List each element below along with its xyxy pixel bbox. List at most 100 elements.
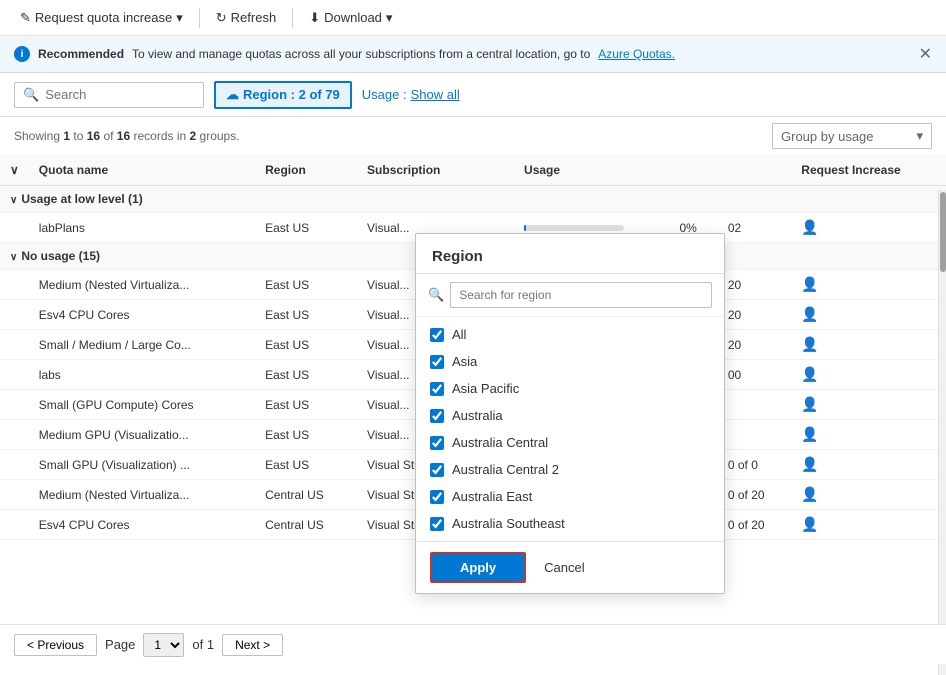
row-quota-name: Medium (Nested Virtualiza... (29, 480, 255, 510)
row-request-increase[interactable]: 👤 (791, 450, 946, 480)
col-expand: ∨ (0, 155, 29, 186)
divider2 (292, 8, 293, 28)
row-limit: 20 (718, 270, 791, 300)
apply-button[interactable]: Apply (430, 552, 526, 583)
row-quota-name: Esv4 CPU Cores (29, 510, 255, 540)
refresh-button[interactable]: ↻ Refresh (208, 6, 284, 30)
row-request-increase[interactable]: 👤 (791, 213, 946, 243)
row-expand (0, 213, 29, 243)
region-list-item[interactable]: Australia Central (416, 429, 724, 456)
row-region: Central US (255, 510, 357, 540)
total-pages-label: of 1 (192, 637, 214, 652)
row-limit: 0 of 20 (718, 480, 791, 510)
person-icon[interactable]: 👤 (801, 336, 818, 352)
region-list-item[interactable]: Australia Southeast (416, 510, 724, 537)
info-icon: i (14, 46, 30, 62)
row-expand (0, 510, 29, 540)
region-label: Australia East (452, 489, 532, 504)
region-search-container: 🔍 (416, 274, 724, 317)
request-quota-button[interactable]: ✎ Request quota increase ▾ (12, 6, 191, 30)
azure-cloud-icon: ☁ (226, 87, 239, 103)
person-icon[interactable]: 👤 (801, 456, 818, 472)
region-filter-badge[interactable]: ☁ Region : 2 of 79 (214, 81, 352, 109)
row-request-increase[interactable]: 👤 (791, 420, 946, 450)
region-label: Australia Southeast (452, 516, 565, 531)
row-quota-name: labPlans (29, 213, 255, 243)
chevron-down-icon: ▾ (176, 10, 183, 26)
quota-icon: ✎ (20, 10, 31, 26)
person-icon[interactable]: 👤 (801, 219, 818, 235)
search-icon: 🔍 (23, 87, 39, 103)
col-subscription[interactable]: Subscription (357, 155, 514, 186)
person-icon[interactable]: 👤 (801, 426, 818, 442)
region-checkbox[interactable] (430, 382, 444, 396)
region-list-item[interactable]: Australia Central 2 (416, 456, 724, 483)
row-quota-name: Small / Medium / Large Co... (29, 330, 255, 360)
page-label: Page (105, 637, 135, 652)
row-region: East US (255, 270, 357, 300)
table-group-row[interactable]: ∨Usage at low level (1) (0, 186, 946, 213)
search-input[interactable] (45, 87, 195, 102)
row-limit: 0 of 20 (718, 510, 791, 540)
row-limit: 0 of 0 (718, 450, 791, 480)
region-checkbox[interactable] (430, 409, 444, 423)
row-limit (718, 390, 791, 420)
row-quota-name: Esv4 CPU Cores (29, 300, 255, 330)
region-checkbox[interactable] (430, 328, 444, 342)
row-quota-name: labs (29, 360, 255, 390)
person-icon[interactable]: 👤 (801, 396, 818, 412)
download-button[interactable]: ⬇ Download ▾ (301, 6, 400, 30)
row-request-increase[interactable]: 👤 (791, 390, 946, 420)
row-expand (0, 450, 29, 480)
region-list-item[interactable]: Australia East (416, 483, 724, 510)
scrollbar-track[interactable] (938, 190, 946, 675)
row-request-increase[interactable]: 👤 (791, 480, 946, 510)
expand-all-icon[interactable]: ∨ (10, 163, 19, 177)
group-by-select[interactable]: Group by usage ▾ (772, 123, 932, 149)
region-list-item[interactable]: Asia (416, 348, 724, 375)
row-request-increase[interactable]: 👤 (791, 510, 946, 540)
row-expand (0, 360, 29, 390)
row-request-increase[interactable]: 👤 (791, 330, 946, 360)
region-list-item[interactable]: All (416, 321, 724, 348)
person-icon[interactable]: 👤 (801, 486, 818, 502)
banner-message: To view and manage quotas across all you… (132, 47, 590, 61)
region-checkbox[interactable] (430, 490, 444, 504)
person-icon[interactable]: 👤 (801, 516, 818, 532)
row-expand (0, 300, 29, 330)
region-checkbox[interactable] (430, 355, 444, 369)
banner-recommended: Recommended (38, 47, 124, 61)
person-icon[interactable]: 👤 (801, 276, 818, 292)
col-quota-name[interactable]: Quota name (29, 155, 255, 186)
region-checkbox[interactable] (430, 517, 444, 531)
region-list-item[interactable]: Asia Pacific (416, 375, 724, 402)
person-icon[interactable]: 👤 (801, 366, 818, 382)
region-search-input[interactable] (450, 282, 712, 308)
banner-close-button[interactable]: ✕ (919, 44, 932, 64)
row-request-increase[interactable]: 👤 (791, 270, 946, 300)
col-usage: Usage (514, 155, 669, 186)
region-panel-title: Region (416, 234, 724, 274)
row-limit: 00 (718, 360, 791, 390)
region-checkbox[interactable] (430, 463, 444, 477)
region-search-icon: 🔍 (428, 287, 444, 303)
previous-page-button[interactable]: < Previous (14, 634, 97, 656)
region-list-item[interactable]: Australia (416, 402, 724, 429)
cancel-button[interactable]: Cancel (536, 554, 592, 581)
person-icon[interactable]: 👤 (801, 306, 818, 322)
download-icon: ⬇ (309, 10, 320, 26)
next-page-button[interactable]: Next > (222, 634, 283, 656)
page-number-select[interactable]: 1 (143, 633, 184, 657)
row-request-increase[interactable]: 👤 (791, 300, 946, 330)
row-expand (0, 270, 29, 300)
row-request-increase[interactable]: 👤 (791, 360, 946, 390)
region-checkbox[interactable] (430, 436, 444, 450)
row-region: East US (255, 213, 357, 243)
usage-show-all-link[interactable]: Show all (411, 87, 460, 102)
scrollbar-thumb[interactable] (940, 192, 946, 272)
col-request: Request Increase (791, 155, 946, 186)
chevron-down-icon2: ▾ (386, 10, 393, 26)
row-limit: 20 (718, 300, 791, 330)
col-region[interactable]: Region (255, 155, 357, 186)
azure-quotas-link[interactable]: Azure Quotas. (598, 47, 675, 61)
